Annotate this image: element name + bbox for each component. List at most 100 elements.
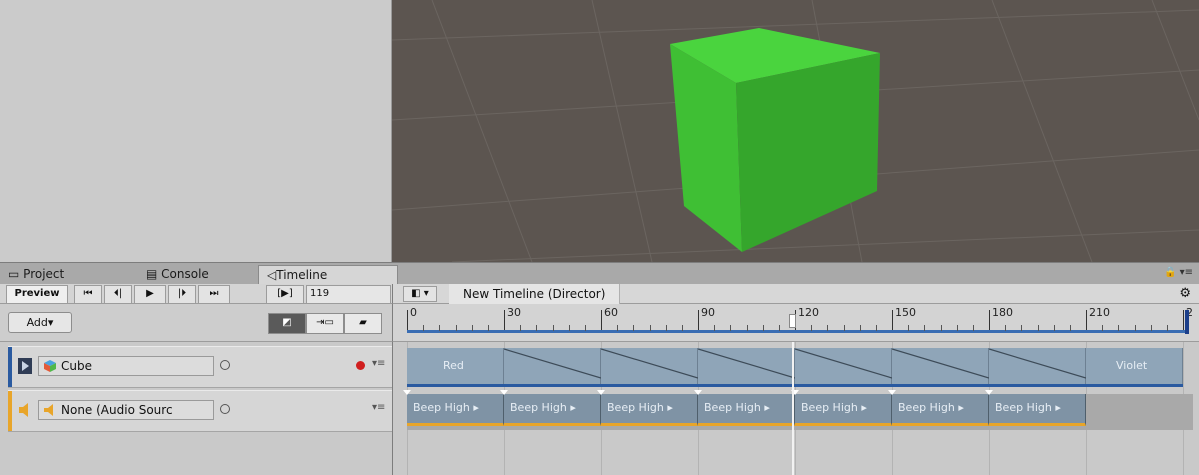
ruler-minor-tick	[859, 325, 861, 331]
audio-clip[interactable]: Beep High ▸	[403, 390, 504, 426]
record-icon[interactable]	[356, 361, 365, 370]
track-list: Cube ▾≡ None (Audio Sourc ▾≡	[0, 342, 392, 475]
ruler-minor-tick	[1134, 325, 1136, 331]
timeline-header: ◧ ▾ New Timeline (Director) ⚙	[392, 284, 1199, 304]
gear-icon[interactable]: ⚙	[1179, 286, 1191, 301]
animation-blend-clip[interactable]	[601, 348, 698, 384]
track-color-stripe	[8, 347, 12, 387]
timeline-selector-icon[interactable]: ◧ ▾	[403, 286, 437, 302]
animation-blend-clip[interactable]	[892, 348, 989, 384]
next-frame-button[interactable]: |⏵	[168, 285, 196, 304]
ruler-minor-tick	[908, 325, 910, 331]
audio-track-icon	[19, 403, 28, 417]
ruler-minor-tick	[811, 325, 813, 331]
ruler-major-tick	[1183, 310, 1184, 332]
timeline-end-marker[interactable]	[1185, 310, 1189, 334]
play-range-button[interactable]: [▶]	[266, 285, 304, 304]
ruler-minor-tick	[617, 325, 619, 331]
ruler-tick-label: 0	[410, 306, 417, 319]
blend-curve	[892, 348, 989, 379]
play-button[interactable]: ▶	[134, 285, 166, 304]
folder-icon: ▭	[8, 267, 20, 281]
blend-marker-icon	[403, 390, 411, 395]
animation-clip-red[interactable]: Red	[407, 348, 504, 384]
audio-clip[interactable]: Beep High ▸	[500, 390, 601, 426]
ruler-minor-tick	[1118, 325, 1120, 331]
ripple-mode-icon[interactable]: ⇥▭	[306, 313, 344, 334]
ruler-minor-tick	[1102, 325, 1104, 331]
blend-marker-icon	[888, 390, 896, 395]
object-picker-icon[interactable]	[220, 404, 230, 414]
timeline-icon: ◁	[267, 268, 277, 282]
mix-mode-icon[interactable]: ◩	[268, 313, 306, 334]
goto-start-button[interactable]: ⏮	[74, 285, 102, 304]
track-binding-field[interactable]: None (Audio Sourc	[38, 400, 214, 420]
current-frame-field[interactable]: 119	[306, 285, 391, 304]
blend-curve	[795, 348, 892, 379]
animation-blend-clip[interactable]	[504, 348, 601, 384]
blend-marker-icon	[694, 390, 702, 395]
ruler-minor-tick	[940, 325, 942, 331]
blend-marker-icon	[500, 390, 508, 395]
goto-end-button[interactable]: ⏭	[198, 285, 230, 304]
animation-blend-clip[interactable]	[989, 348, 1086, 384]
track-header-cube[interactable]: Cube ▾≡	[8, 346, 392, 388]
clip-label: Beep High ▸	[898, 401, 964, 414]
tab-timeline[interactable]: ◁Timeline	[258, 265, 398, 286]
ruler-minor-tick	[1005, 325, 1007, 331]
ruler-minor-tick	[843, 325, 845, 331]
ruler-minor-tick	[1150, 325, 1152, 331]
audio-clip[interactable]: Beep High ▸	[791, 390, 892, 426]
timeline-breadcrumb[interactable]: New Timeline (Director)	[449, 284, 621, 304]
time-ruler[interactable]: 0 30 60 90 120 150 180 210 2	[392, 304, 1199, 342]
ruler-minor-tick	[455, 325, 457, 331]
ruler-minor-tick	[972, 325, 974, 331]
tab-project[interactable]: ▭ Project	[8, 265, 64, 285]
playhead-handle[interactable]	[788, 314, 796, 328]
animation-blend-clip[interactable]	[698, 348, 795, 384]
blend-curve	[698, 348, 795, 379]
audio-clip[interactable]: Beep High ▸	[694, 390, 795, 426]
audio-clip[interactable]: Beep High ▸	[985, 390, 1086, 426]
ruler-minor-tick	[681, 325, 683, 331]
ruler-minor-tick	[552, 325, 554, 331]
ruler-minor-tick	[1021, 325, 1023, 331]
animation-blend-clip[interactable]	[795, 348, 892, 384]
audio-clip[interactable]: Beep High ▸	[597, 390, 698, 426]
ruler-minor-tick	[924, 325, 926, 331]
animation-track-bar	[407, 384, 1183, 387]
panel-options-icon[interactable]: 🔒 ▾≡	[1164, 267, 1193, 278]
previous-frame-button[interactable]: ⏴|	[104, 285, 132, 304]
ruler-minor-tick	[1037, 325, 1039, 331]
playhead-line	[791, 342, 794, 475]
animation-track-icon	[18, 358, 32, 374]
tab-console[interactable]: ▤ Console	[146, 265, 209, 285]
track-color-stripe	[8, 391, 12, 431]
replace-mode-icon[interactable]: ▰	[344, 313, 382, 334]
blend-marker-icon	[985, 390, 993, 395]
timeline-tracks-area: Red Violet Beep High ▸ Beep High ▸ Beep High…	[392, 342, 1199, 475]
animation-clip-violet[interactable]: Violet	[1086, 348, 1183, 384]
clip-label: Beep High ▸	[704, 401, 770, 414]
add-track-button[interactable]: Add▾	[8, 312, 72, 333]
ruler-minor-tick	[1053, 325, 1055, 331]
object-picker-icon[interactable]	[220, 360, 230, 370]
ruler-tick-label: 30	[507, 306, 521, 319]
blend-curve	[504, 348, 601, 379]
track-binding-field[interactable]: Cube	[38, 356, 214, 376]
clip-label: Beep High ▸	[510, 401, 576, 414]
clip-label: Violet	[1116, 359, 1148, 372]
track-header-audio[interactable]: None (Audio Sourc ▾≡	[8, 390, 392, 432]
clip-label: Red	[443, 359, 464, 372]
preview-button[interactable]: Preview	[6, 285, 68, 304]
scene-view[interactable]	[392, 0, 1199, 262]
ruler-tick-label: 90	[701, 306, 715, 319]
audio-clip[interactable]: Beep High ▸	[888, 390, 989, 426]
ruler-tick-label: 180	[992, 306, 1013, 319]
track-menu-icon[interactable]: ▾≡	[372, 402, 385, 413]
ruler-minor-tick	[778, 325, 780, 331]
ruler-minor-tick	[423, 325, 425, 331]
ruler-minor-tick	[665, 325, 667, 331]
track-menu-icon[interactable]: ▾≡	[372, 358, 385, 369]
ruler-tick-label: 210	[1089, 306, 1110, 319]
